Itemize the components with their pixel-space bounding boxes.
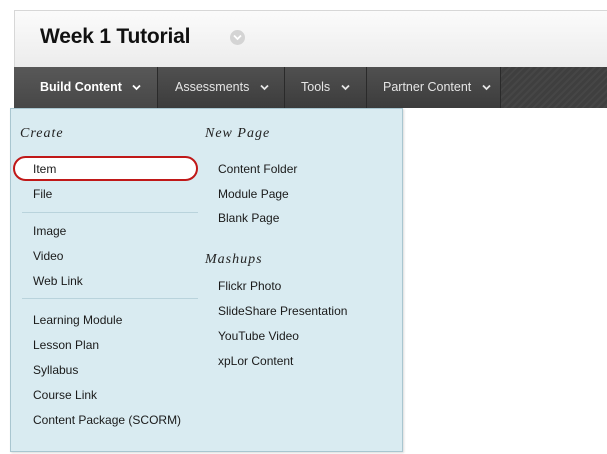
menu-item-content-folder[interactable]: Content Folder [218, 162, 297, 176]
menu-item-video[interactable]: Video [33, 249, 63, 263]
chevron-down-icon [341, 67, 350, 108]
tools-label: Tools [301, 80, 331, 94]
chevron-down-icon [132, 67, 142, 108]
menu-item-content-package[interactable]: Content Package (SCORM) [33, 413, 181, 427]
menu-item-module-page[interactable]: Module Page [218, 187, 289, 201]
menu-item-image[interactable]: Image [33, 224, 66, 238]
menu-divider [22, 298, 198, 299]
menu-item-xplor-content[interactable]: xpLor Content [218, 354, 293, 368]
menu-item-file[interactable]: File [33, 187, 52, 201]
menu-divider [22, 212, 198, 213]
menu-item-learning-module[interactable]: Learning Module [33, 313, 122, 327]
mashups-heading: Mashups [205, 252, 263, 267]
content-toolbar: Build Content Assessments Tools Partner … [14, 67, 607, 108]
menu-item-blank-page[interactable]: Blank Page [218, 211, 279, 225]
build-content-label: Build Content [40, 80, 122, 94]
menu-item-syllabus[interactable]: Syllabus [33, 363, 78, 377]
new-page-heading: New Page [205, 126, 271, 141]
menu-item-flickr-photo[interactable]: Flickr Photo [218, 279, 281, 293]
partner-content-button[interactable]: Partner Content [367, 67, 501, 108]
menu-item-slideshare[interactable]: SlideShare Presentation [218, 304, 347, 318]
tools-button[interactable]: Tools [285, 67, 367, 108]
page-header: Week 1 Tutorial [14, 10, 607, 67]
chevron-down-icon [260, 67, 269, 108]
menu-item-course-link[interactable]: Course Link [33, 388, 97, 402]
assessments-label: Assessments [175, 80, 250, 94]
page-title: Week 1 Tutorial [40, 25, 191, 48]
build-content-button[interactable]: Build Content [14, 67, 158, 108]
create-heading: Create [20, 126, 64, 141]
partner-content-label: Partner Content [383, 80, 472, 94]
assessments-button[interactable]: Assessments [158, 67, 285, 108]
menu-item-lesson-plan[interactable]: Lesson Plan [33, 338, 99, 352]
menu-item-youtube-video[interactable]: YouTube Video [218, 329, 299, 343]
chevron-down-icon [482, 67, 491, 108]
menu-item-item[interactable]: Item [33, 162, 56, 176]
title-options-chevron-icon[interactable] [230, 30, 245, 45]
menu-item-web-link[interactable]: Web Link [33, 274, 83, 288]
